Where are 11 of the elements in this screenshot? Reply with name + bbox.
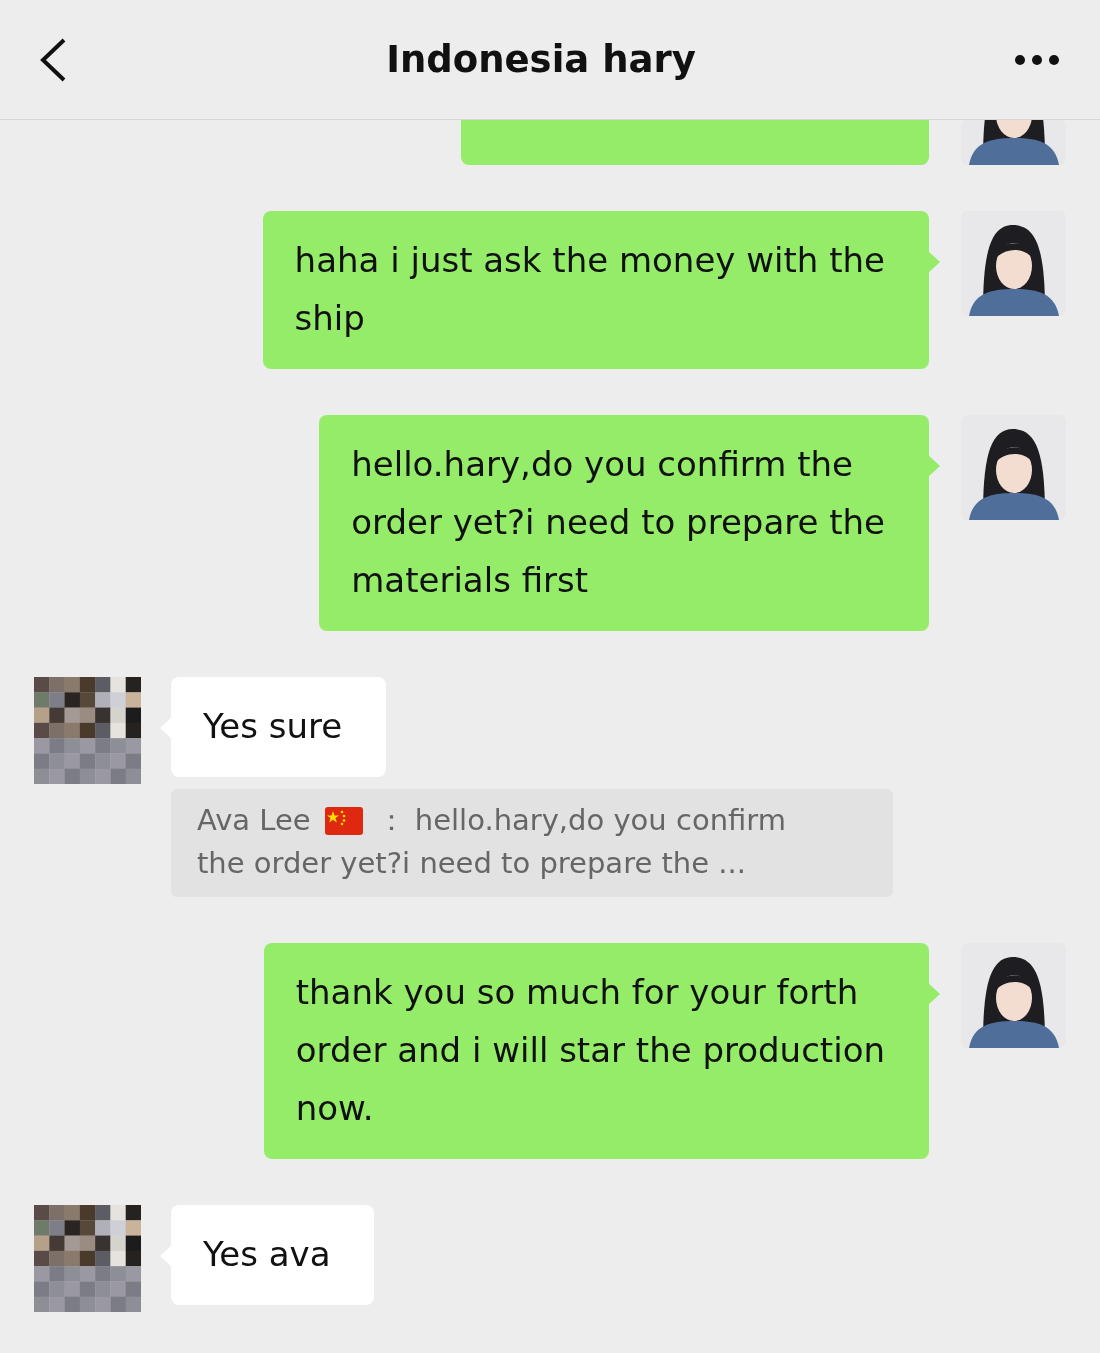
quoted-message[interactable]: Ava Lee ： hello.hary,do you confirm the order yet?i need to prepare the ... bbox=[171, 789, 893, 897]
quote-sender: Ava Lee bbox=[197, 802, 311, 839]
chat-title: Indonesia hary bbox=[386, 38, 696, 81]
bubble-tail bbox=[928, 251, 940, 273]
quote-text: ： hello.hary,do you confirm bbox=[376, 802, 786, 839]
bubble-tail bbox=[928, 455, 940, 477]
flag-icon bbox=[324, 806, 363, 835]
quote-text: the order yet?i need to prepare the ... bbox=[197, 845, 747, 882]
back-icon[interactable] bbox=[38, 36, 68, 83]
more-icon[interactable] bbox=[1014, 53, 1060, 66]
bubble-tail bbox=[928, 983, 940, 1005]
